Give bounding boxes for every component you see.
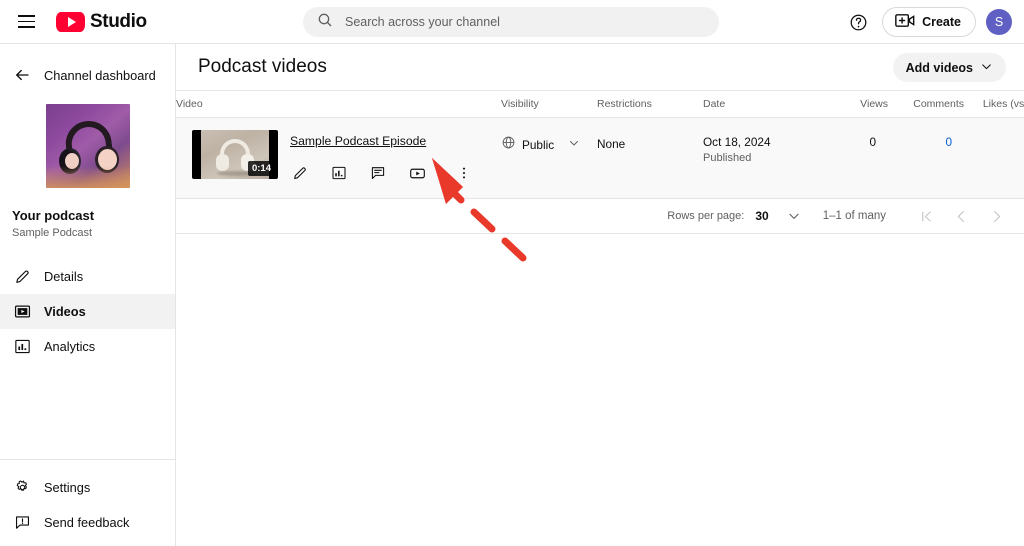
comments-button[interactable] bbox=[364, 159, 392, 187]
search-icon bbox=[317, 12, 333, 33]
gear-icon bbox=[8, 474, 36, 502]
channel-name: Your podcast bbox=[12, 208, 95, 223]
sidebar-bottom: Settings Send feedback bbox=[0, 459, 176, 546]
video-title-link[interactable]: Sample Podcast Episode bbox=[290, 134, 426, 148]
pencil-icon bbox=[8, 263, 36, 291]
search-box[interactable] bbox=[303, 7, 719, 37]
avatar[interactable]: S bbox=[986, 9, 1012, 35]
add-videos-button[interactable]: Add videos bbox=[892, 53, 1006, 82]
hamburger-icon[interactable] bbox=[6, 2, 46, 42]
watch-on-youtube-button[interactable] bbox=[403, 159, 431, 187]
brand-name: Studio bbox=[90, 10, 147, 32]
column-header-date: Date bbox=[703, 90, 818, 118]
comments-cell: 0 bbox=[888, 118, 964, 199]
visibility-cell: Public bbox=[501, 118, 597, 199]
views-value: 0 bbox=[869, 135, 876, 149]
sidebar-item-details[interactable]: Details bbox=[0, 259, 175, 294]
table-header: Video Visibility Restrictions Date Views… bbox=[176, 90, 1024, 118]
pagination: Rows per page: 30 1–1 of many bbox=[176, 199, 1024, 234]
rows-per-page-dropdown[interactable] bbox=[781, 203, 807, 229]
likes-value: – bbox=[964, 118, 1024, 149]
sidebar-item-videos[interactable]: Videos bbox=[0, 294, 175, 329]
restrictions-value: None bbox=[597, 137, 626, 151]
sidebar-item-send-feedback[interactable]: Send feedback bbox=[0, 505, 176, 540]
sidebar-item-label: Send feedback bbox=[44, 515, 130, 530]
sidebar-item-settings[interactable]: Settings bbox=[0, 470, 176, 505]
column-header-likes: Likes (vs. dislikes) bbox=[964, 90, 1024, 118]
visibility-value: Public bbox=[522, 138, 555, 152]
headphones-thumbnail bbox=[45, 104, 130, 188]
add-videos-label: Add videos bbox=[905, 60, 973, 75]
page-title: Podcast videos bbox=[198, 56, 327, 77]
create-button[interactable]: Create bbox=[882, 7, 976, 37]
rows-per-page-value[interactable]: 30 bbox=[755, 209, 768, 223]
headphones-video-thumbnail[interactable]: 0:14 bbox=[192, 130, 278, 179]
sidebar-nav: Details Videos Analytics bbox=[0, 259, 175, 364]
column-header-video: Video bbox=[176, 90, 501, 118]
date-cell: Oct 18, 2024 Published bbox=[703, 118, 818, 199]
help-circle-icon[interactable] bbox=[844, 8, 872, 36]
top-bar-actions: Create S bbox=[844, 0, 1012, 44]
sidebar-item-label: Videos bbox=[44, 304, 86, 319]
feedback-icon bbox=[8, 509, 36, 537]
channel-dashboard-back[interactable]: Channel dashboard bbox=[0, 55, 175, 95]
chevron-down-icon bbox=[568, 136, 580, 154]
top-bar: Studio Search across your channel Create… bbox=[0, 0, 1024, 44]
chevron-down-icon bbox=[980, 60, 993, 76]
sidebar-item-label: Settings bbox=[44, 480, 91, 495]
column-header-views: Views bbox=[818, 90, 888, 118]
page-header: Podcast videos Add videos bbox=[176, 44, 1024, 90]
restrictions-cell: None bbox=[597, 118, 703, 199]
pagination-range: 1–1 of many bbox=[822, 210, 886, 222]
views-cell: 0 bbox=[818, 118, 888, 199]
channel-subtitle: Sample Podcast bbox=[12, 227, 93, 239]
table-row: 0:14 Sample Podcast Episode Public None … bbox=[176, 117, 1024, 199]
column-header-visibility: Visibility bbox=[501, 90, 597, 118]
chevron-right-icon[interactable] bbox=[982, 202, 1010, 230]
youtube-logo-icon bbox=[56, 11, 85, 32]
globe-icon bbox=[501, 135, 516, 155]
video-plus-icon bbox=[895, 13, 915, 31]
comments-value[interactable]: 0 bbox=[888, 118, 964, 149]
row-actions bbox=[286, 159, 478, 187]
more-options-button[interactable] bbox=[450, 159, 478, 187]
sidebar-item-analytics[interactable]: Analytics bbox=[0, 329, 175, 364]
sidebar: Channel dashboard Your podcast Sample Po… bbox=[0, 44, 176, 546]
sidebar-item-label: Analytics bbox=[44, 339, 96, 354]
table-body: 0:14 Sample Podcast Episode Public None … bbox=[176, 117, 1024, 199]
search-container bbox=[303, 7, 719, 37]
create-button-label: Create bbox=[922, 15, 961, 29]
column-header-restrictions: Restrictions bbox=[597, 90, 703, 118]
video-cell: 0:14 Sample Podcast Episode bbox=[176, 118, 501, 199]
page-first-icon[interactable] bbox=[912, 202, 940, 230]
analytics-button[interactable] bbox=[325, 159, 353, 187]
arrow-left-icon bbox=[8, 61, 36, 89]
search-input[interactable] bbox=[345, 15, 695, 29]
sidebar-item-label: Details bbox=[44, 269, 84, 284]
studio-brand-logo[interactable]: Studio bbox=[56, 11, 147, 33]
video-duration: 0:14 bbox=[247, 160, 275, 176]
visibility-dropdown[interactable]: Public bbox=[501, 135, 597, 155]
column-header-comments: Comments bbox=[888, 90, 964, 118]
video-icon bbox=[8, 298, 36, 326]
channel-dashboard-label: Channel dashboard bbox=[44, 67, 156, 83]
edit-details-button[interactable] bbox=[286, 159, 314, 187]
bar-chart-icon bbox=[8, 333, 36, 361]
date-status: Published bbox=[703, 152, 752, 164]
main-content: Podcast videos Add videos Video Visibili… bbox=[176, 44, 1024, 546]
date-value: Oct 18, 2024 bbox=[703, 135, 771, 149]
chevron-left-icon[interactable] bbox=[947, 202, 975, 230]
likes-cell: – bbox=[964, 118, 1024, 199]
videos-table: Video Visibility Restrictions Date Views… bbox=[176, 90, 1024, 199]
rows-per-page-label: Rows per page: bbox=[667, 210, 745, 222]
